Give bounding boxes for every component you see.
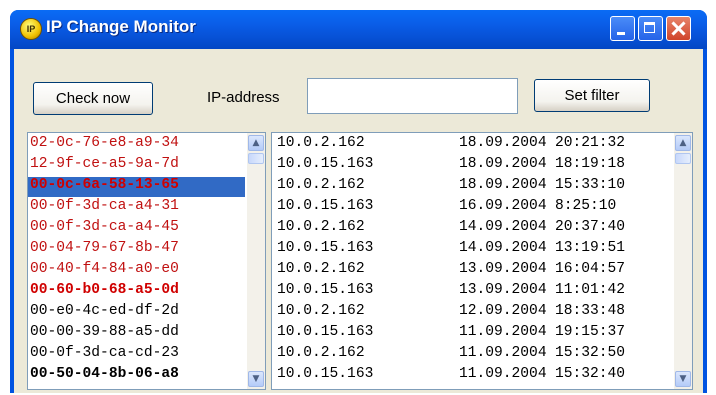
log-date: 12.09.2004	[459, 303, 547, 319]
mac-list-item[interactable]: 00-60-b0-68-a5-0d	[28, 282, 179, 302]
mac-list-scrollbar[interactable]: ▲ ▼	[247, 133, 265, 389]
log-time: 19:15:37	[555, 324, 626, 340]
log-row[interactable]: 10.0.2.162 14.09.2004 20:37:40	[272, 219, 672, 239]
ip-app-icon: IP	[20, 18, 42, 40]
ip-address-input[interactable]	[307, 78, 518, 114]
log-ip: 10.0.2.162	[277, 303, 365, 319]
scroll-up-arrow-icon[interactable]: ▲	[675, 135, 691, 151]
log-date: 11.09.2004	[459, 366, 547, 382]
log-row[interactable]: 10.0.15.163 13.09.2004 11:01:42	[272, 282, 672, 302]
log-date: 18.09.2004	[459, 135, 547, 151]
log-time: 20:37:40	[555, 219, 626, 235]
client-area: Check now IP-address Set filter ▲ ▼ 02-0…	[14, 49, 703, 393]
log-ip: 10.0.15.163	[277, 198, 374, 214]
log-row[interactable]: 10.0.2.162 18.09.2004 20:21:32	[272, 135, 672, 155]
log-ip: 10.0.15.163	[277, 282, 374, 298]
check-now-button[interactable]: Check now	[33, 82, 153, 115]
log-time: 8:25:10	[555, 198, 617, 214]
mac-list-item[interactable]: 00-04-79-67-8b-47	[28, 240, 179, 260]
log-ip: 10.0.2.162	[277, 135, 365, 151]
scroll-thumb[interactable]	[675, 153, 691, 164]
mac-list-item[interactable]: 00-0f-3d-ca-a4-31	[28, 198, 179, 218]
log-ip: 10.0.2.162	[277, 177, 365, 193]
log-time: 11:01:42	[555, 282, 626, 298]
scroll-thumb[interactable]	[248, 153, 264, 164]
log-ip: 10.0.15.163	[277, 324, 374, 340]
log-time: 13:19:51	[555, 240, 626, 256]
log-row[interactable]: 10.0.15.163 11.09.2004 15:32:40	[272, 366, 672, 386]
log-row[interactable]: 10.0.2.162 13.09.2004 16:04:57	[272, 261, 672, 281]
mac-address-list[interactable]: ▲ ▼ 02-0c-76-e8-a9-34 12-9f-ce-a5-9a-7d 00…	[27, 132, 266, 390]
log-ip: 10.0.2.162	[277, 261, 365, 277]
title-bar[interactable]: IP IP Change Monitor	[10, 10, 707, 49]
set-filter-button[interactable]: Set filter	[534, 79, 650, 112]
scroll-down-arrow-icon[interactable]: ▼	[675, 371, 691, 387]
mac-list-item[interactable]: 00-50-04-8b-06-a8	[28, 366, 179, 386]
close-button[interactable]	[666, 16, 691, 41]
mac-list-item[interactable]: 00-00-39-88-a5-dd	[28, 324, 179, 344]
log-ip: 10.0.15.163	[277, 156, 374, 172]
app-window: IP IP Change Monitor Check now IP-addres…	[10, 10, 707, 393]
ip-address-label: IP-address	[207, 89, 280, 106]
mac-list-item[interactable]: 00-e0-4c-ed-df-2d	[28, 303, 179, 323]
window-title: IP Change Monitor	[46, 17, 196, 36]
log-ip: 10.0.15.163	[277, 366, 374, 382]
log-date: 18.09.2004	[459, 177, 547, 193]
mac-list-item[interactable]: 00-40-f4-84-a0-e0	[28, 261, 179, 281]
log-time: 15:33:10	[555, 177, 626, 193]
log-time: 18:33:48	[555, 303, 626, 319]
log-time: 18:19:18	[555, 156, 626, 172]
log-row[interactable]: 10.0.2.162 18.09.2004 15:33:10	[272, 177, 672, 197]
log-row[interactable]: 10.0.2.162 12.09.2004 18:33:48	[272, 303, 672, 323]
ip-log-list[interactable]: ▲ ▼ 10.0.2.162 18.09.2004 20:21:32 10.0.15.…	[271, 132, 693, 390]
log-row[interactable]: 10.0.15.163 18.09.2004 18:19:18	[272, 156, 672, 176]
log-time: 16:04:57	[555, 261, 626, 277]
mac-list-item[interactable]: 02-0c-76-e8-a9-34	[28, 135, 179, 155]
log-row[interactable]: 10.0.15.163 11.09.2004 19:15:37	[272, 324, 672, 344]
scroll-up-arrow-icon[interactable]: ▲	[248, 135, 264, 151]
log-date: 13.09.2004	[459, 282, 547, 298]
mac-list-item[interactable]: 00-0f-3d-ca-a4-45	[28, 219, 179, 239]
log-ip: 10.0.2.162	[277, 345, 365, 361]
log-date: 13.09.2004	[459, 261, 547, 277]
log-ip: 10.0.15.163	[277, 240, 374, 256]
minimize-button[interactable]	[610, 16, 635, 41]
log-ip: 10.0.2.162	[277, 219, 365, 235]
log-list-scrollbar[interactable]: ▲ ▼	[674, 133, 692, 389]
log-row[interactable]: 10.0.2.162 11.09.2004 15:32:50	[272, 345, 672, 365]
log-time: 20:21:32	[555, 135, 626, 151]
log-date: 14.09.2004	[459, 219, 547, 235]
log-date: 16.09.2004	[459, 198, 547, 214]
log-date: 11.09.2004	[459, 345, 547, 361]
scroll-down-arrow-icon[interactable]: ▼	[248, 371, 264, 387]
log-row[interactable]: 10.0.15.163 14.09.2004 13:19:51	[272, 240, 672, 260]
mac-list-item[interactable]: 00-0f-3d-ca-cd-23	[28, 345, 179, 365]
log-time: 15:32:40	[555, 366, 626, 382]
log-date: 14.09.2004	[459, 240, 547, 256]
mac-list-item[interactable]: 00-0c-6a-58-13-65	[28, 177, 245, 197]
log-date: 11.09.2004	[459, 324, 547, 340]
log-date: 18.09.2004	[459, 156, 547, 172]
log-row[interactable]: 10.0.15.163 16.09.2004 8:25:10	[272, 198, 672, 218]
mac-list-item[interactable]: 12-9f-ce-a5-9a-7d	[28, 156, 179, 176]
log-time: 15:32:50	[555, 345, 626, 361]
maximize-button[interactable]	[638, 16, 663, 41]
